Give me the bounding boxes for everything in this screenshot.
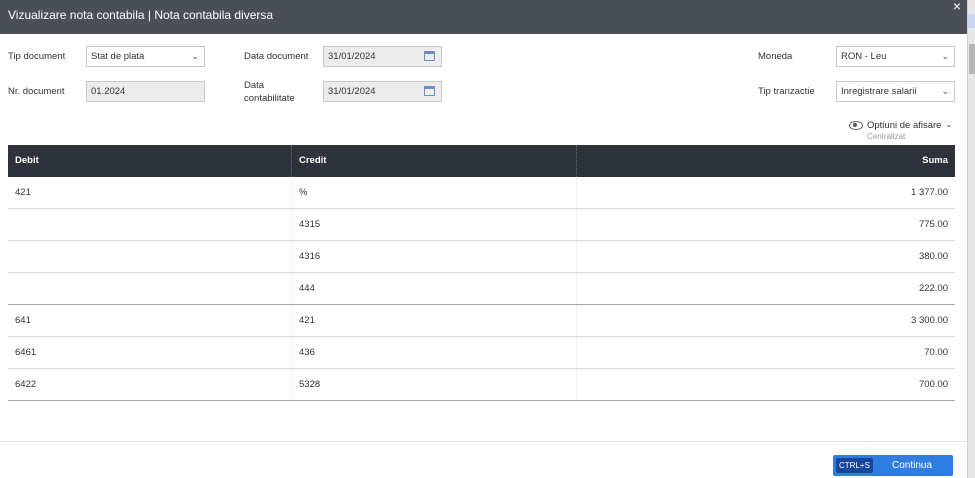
cell-suma: 222.00 (918, 283, 948, 294)
nr-document-field[interactable]: 01.2024 (86, 81, 205, 102)
background-accent (968, 14, 975, 28)
table-body: 421% 1 377.00 4315 775.00 4316 380.00 444 222.0… (8, 177, 955, 401)
column-divider (576, 145, 577, 177)
display-options-sublabel: Centralizat (867, 132, 906, 141)
cell-divider (576, 337, 577, 368)
cell-divider (291, 177, 292, 208)
chevron-down-icon: ⌄ (941, 51, 949, 61)
data-document-field[interactable]: 31/01/2024 (323, 46, 442, 67)
cell-divider (576, 177, 577, 208)
cell-divider (291, 209, 292, 240)
cell-debit: 641 (15, 315, 31, 326)
scrollbar-thumb[interactable] (969, 44, 975, 74)
cell-divider (291, 337, 292, 368)
cell-credit: 444 (299, 283, 315, 294)
shortcut-badge: CTRL+S (836, 458, 873, 473)
cell-divider (576, 305, 577, 336)
display-options-label: Optiuni de afisare (867, 120, 942, 131)
cell-credit: 4315 (299, 219, 321, 230)
cell-credit: 421 (299, 315, 315, 326)
cell-suma: 70.00 (924, 347, 948, 358)
table-row[interactable]: 6461 436 70.00 (8, 337, 955, 369)
table-row[interactable]: 641 421 3 300.00 (8, 305, 955, 337)
chevron-down-icon: ⌄ (941, 86, 949, 96)
entries-table: Debit Credit Suma 421% 1 377.00 4315 775.00… (8, 145, 955, 401)
continue-button-label: Continua (892, 460, 933, 471)
cell-credit: 4316 (299, 251, 321, 262)
cell-divider (291, 305, 292, 336)
moneda-value: RON - Leu (841, 51, 887, 62)
cell-debit: 6461 (15, 347, 37, 358)
chevron-down-icon: ⌄ (191, 51, 199, 61)
data-contabilitate-label-line2: contabilitate (244, 93, 295, 104)
cell-suma: 380.00 (918, 251, 948, 262)
moneda-select[interactable]: RON - Leu ⌄ (836, 46, 955, 67)
tip-document-label: Tip document (8, 51, 66, 62)
cell-divider (576, 241, 577, 272)
cell-debit: 6422 (15, 379, 37, 390)
tip-tranzactie-select[interactable]: Inregistrare salarii ⌄ (836, 81, 955, 102)
continue-button[interactable]: CTRL+S Continua (833, 455, 953, 476)
data-document-label: Data document (244, 51, 309, 62)
table-row[interactable]: 6422 5328 700.00 (8, 369, 955, 401)
table-header: Debit Credit Suma (8, 145, 955, 177)
data-contabilitate-value: 31/01/2024 (328, 86, 376, 97)
data-contabilitate-label-line1: Data (244, 80, 265, 91)
calendar-icon[interactable] (424, 51, 435, 61)
footer-divider (0, 441, 967, 442)
tip-tranzactie-value: Inregistrare salarii (841, 86, 917, 97)
tip-tranzactie-label: Tip tranzactie (758, 86, 815, 97)
dialog-titlebar: Vizualizare nota contabila | Nota contab… (0, 0, 967, 34)
cell-credit: % (299, 187, 308, 198)
table-row[interactable]: 4315 775.00 (8, 209, 955, 241)
cell-divider (576, 209, 577, 240)
column-divider (291, 145, 292, 177)
cell-suma: 700.00 (918, 379, 948, 390)
cell-credit: 436 (299, 347, 315, 358)
table-row[interactable]: 444 222.00 (8, 273, 955, 305)
chevron-down-icon: ⌄ (945, 119, 953, 129)
nr-document-value: 01.2024 (91, 86, 126, 97)
data-contabilitate-field[interactable]: 31/01/2024 (323, 81, 442, 102)
moneda-label: Moneda (758, 51, 793, 62)
column-header-credit[interactable]: Credit (299, 145, 326, 177)
cell-divider (576, 273, 577, 304)
display-options-toggle[interactable]: Optiuni de afisare ⌄ Centralizat (849, 119, 959, 143)
tip-document-select[interactable]: Stat de plata ⌄ (86, 46, 205, 67)
cell-suma: 1 377.00 (911, 187, 948, 198)
column-header-debit[interactable]: Debit (15, 145, 39, 177)
cell-suma: 3 300.00 (911, 315, 948, 326)
cell-suma: 775.00 (918, 219, 948, 230)
cell-credit: 5328 (299, 379, 321, 390)
background-window-edge (967, 0, 975, 478)
cell-divider (291, 241, 292, 272)
tip-document-value: Stat de plata (91, 51, 145, 62)
cell-divider (291, 369, 292, 400)
column-header-suma[interactable]: Suma (922, 145, 948, 177)
nr-document-label: Nr. document (8, 86, 65, 97)
eye-icon (849, 121, 863, 130)
calendar-icon[interactable] (424, 86, 435, 96)
table-row[interactable]: 421% 1 377.00 (8, 177, 955, 209)
table-row[interactable]: 4316 380.00 (8, 241, 955, 273)
close-icon[interactable]: × (953, 0, 961, 14)
cell-divider (291, 273, 292, 304)
cell-debit: 421 (15, 187, 31, 198)
data-document-value: 31/01/2024 (328, 51, 376, 62)
dialog-title: Vizualizare nota contabila | Nota contab… (8, 8, 274, 22)
cell-divider (576, 369, 577, 400)
